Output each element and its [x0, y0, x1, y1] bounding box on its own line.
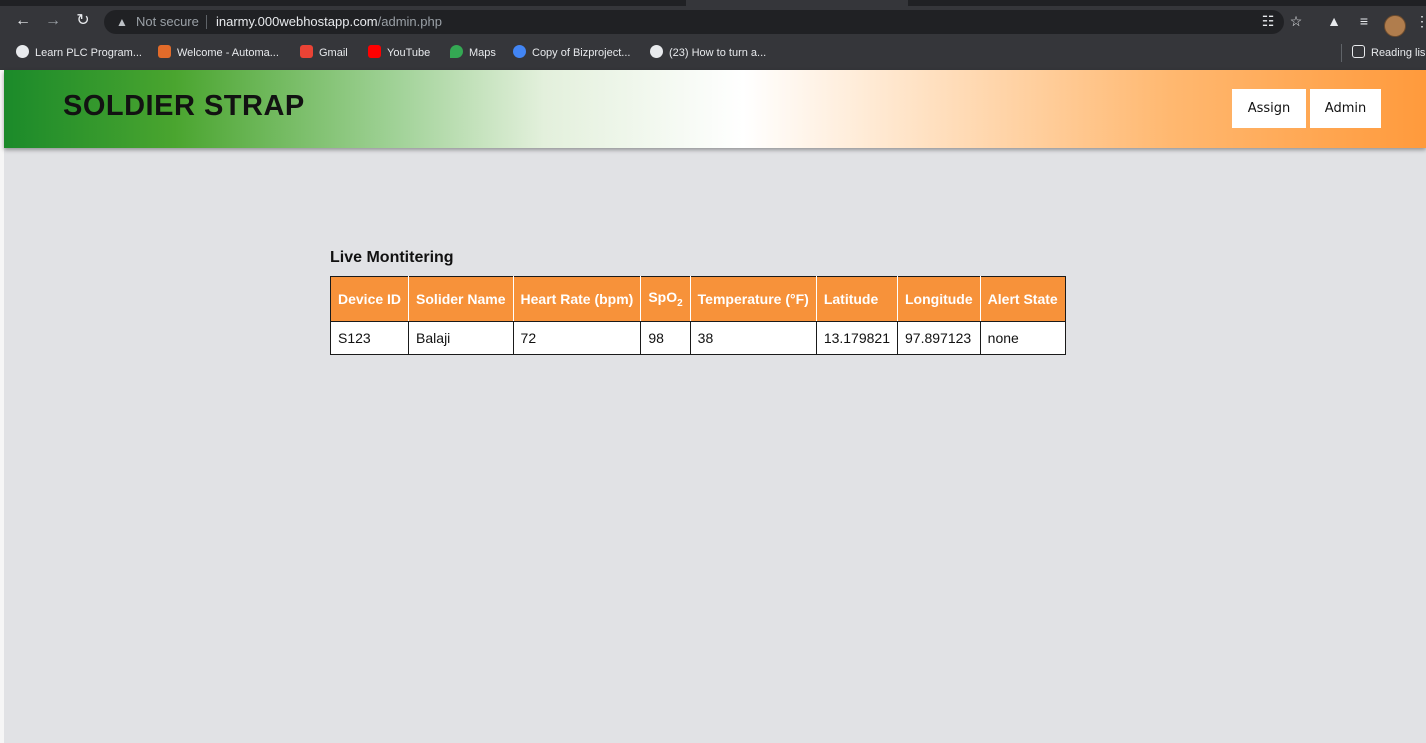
bookmark-label: Gmail [319, 47, 348, 59]
bookmark-label: Copy of Bizproject... [532, 47, 631, 59]
copy-favicon-icon [513, 45, 526, 58]
column-header-heart-rate: Heart Rate (bpm) [512, 276, 642, 322]
globe-icon [650, 45, 663, 58]
column-header-alert-state: Alert State [979, 276, 1066, 322]
warning-icon[interactable]: ▲ [116, 10, 128, 34]
brand-title: SOLDIER STRAP [63, 90, 305, 122]
cell-alert-state: none [979, 321, 1066, 355]
table-header-row: Device ID Solider Name Heart Rate (bpm) … [329, 276, 1066, 322]
bookmarks-divider [1341, 44, 1342, 62]
reading-list-label: Reading lis [1371, 47, 1426, 59]
back-arrow-icon[interactable]: ← [12, 10, 34, 32]
bookmark-label: Learn PLC Program... [35, 47, 142, 59]
browser-toolbar: ← → ↻ ▲ Not secure inarmy.000webhostapp.… [0, 6, 1426, 38]
spo2-label: SpO [648, 289, 678, 306]
bookmark-star-icon[interactable]: ☆ [1286, 11, 1306, 31]
site-header: SOLDIER STRAP Assign Admin [4, 70, 1426, 148]
cell-latitude: 13.179821 [815, 321, 899, 355]
section-title: Live Montitering [330, 249, 454, 266]
bookmark-how-to-turn[interactable]: (23) How to turn a... [650, 45, 766, 61]
reading-list-button[interactable]: Reading lis [1352, 45, 1425, 61]
automa-favicon-icon [158, 45, 171, 58]
address-bar[interactable]: ▲ Not secure inarmy.000webhostapp.com/ad… [104, 10, 1284, 34]
admin-button[interactable]: Admin [1310, 89, 1381, 128]
bookmark-maps[interactable]: Maps [450, 45, 496, 61]
bookmark-label: Maps [469, 47, 496, 59]
translate-icon[interactable]: ☷ [1258, 11, 1278, 31]
live-monitoring-table: Device ID Solider Name Heart Rate (bpm) … [329, 276, 1066, 355]
forward-arrow-icon[interactable]: → [42, 10, 64, 32]
cell-longitude: 97.897123 [897, 321, 981, 355]
table-row: S123 Balaji 72 98 38 13.179821 97.897123… [329, 321, 1066, 355]
column-header-solider-name: Solider Name [408, 276, 514, 322]
url-host: inarmy.000webhostapp.com [216, 14, 378, 29]
browser-chrome: ← → ↻ ▲ Not secure inarmy.000webhostapp.… [0, 0, 1426, 70]
bookmark-bizproject[interactable]: Copy of Bizproject... [513, 45, 630, 61]
extensions-puzzle-icon[interactable]: ▲ [1324, 11, 1344, 31]
maps-pin-icon [450, 45, 463, 58]
cell-temperature: 38 [689, 321, 817, 355]
url-text[interactable]: inarmy.000webhostapp.com/admin.php [216, 10, 442, 34]
cell-spo2: 98 [640, 321, 691, 355]
bookmark-label: YouTube [387, 47, 431, 59]
bookmark-label: Welcome - Automa... [177, 47, 279, 59]
reading-list-icon[interactable]: ≡ [1354, 11, 1374, 31]
youtube-icon [368, 45, 381, 58]
url-path: /admin.php [377, 14, 442, 29]
cell-device-id: S123 [329, 321, 410, 355]
plc-favicon-icon [16, 45, 29, 58]
spo2-subscript: 2 [677, 297, 683, 309]
column-header-spo2: SpO2 [640, 276, 691, 322]
bookmark-label: (23) How to turn a... [669, 47, 767, 59]
reload-icon[interactable]: ↻ [72, 10, 94, 32]
window-edge [0, 70, 4, 743]
profile-avatar[interactable] [1384, 15, 1406, 37]
cell-solider-name: Balaji [408, 321, 514, 355]
bookmark-gmail[interactable]: Gmail [300, 45, 348, 61]
bookmark-youtube[interactable]: YouTube [368, 45, 430, 61]
cell-heart-rate: 72 [512, 321, 642, 355]
column-header-latitude: Latitude [815, 276, 899, 322]
bookmark-welcome-automa[interactable]: Welcome - Automa... [158, 45, 279, 61]
reading-list-icon [1352, 45, 1365, 58]
address-divider [206, 15, 207, 29]
column-header-longitude: Longitude [897, 276, 981, 322]
column-header-temperature: Temperature (°F) [689, 276, 817, 322]
gmail-icon [300, 45, 313, 58]
bookmarks-bar: Learn PLC Program... Welcome - Automa...… [0, 38, 1426, 68]
not-secure-label[interactable]: Not secure [136, 10, 199, 34]
column-header-device-id: Device ID [329, 276, 410, 322]
assign-button[interactable]: Assign [1232, 89, 1306, 128]
bookmark-learn-plc[interactable]: Learn PLC Program... [16, 45, 142, 61]
more-menu-icon[interactable]: ⋮ [1412, 11, 1426, 31]
